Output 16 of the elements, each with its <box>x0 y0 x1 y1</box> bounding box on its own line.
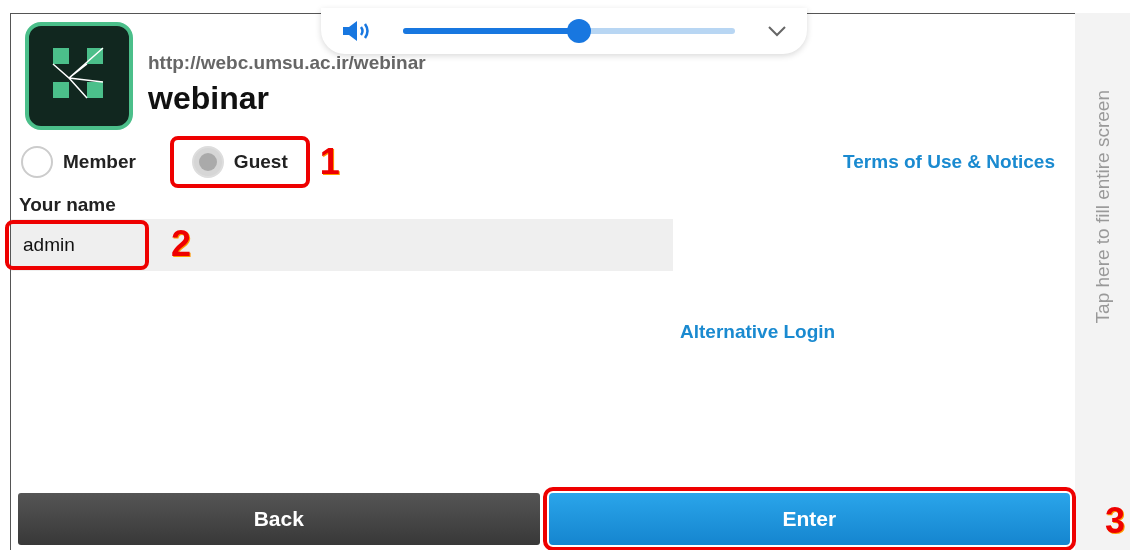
app-logo-icon <box>25 22 133 130</box>
radio-option[interactable]: Member <box>19 138 158 186</box>
speaker-icon[interactable] <box>341 19 371 43</box>
annotation-number: 3 <box>1104 500 1125 542</box>
annotation-number: 2 <box>171 223 192 265</box>
annotation-number: 1 <box>319 141 340 183</box>
fullscreen-hint: Tap here to fill entire screen <box>1091 89 1114 324</box>
back-button[interactable]: Back <box>18 493 540 545</box>
radio-option[interactable]: Guest <box>169 136 310 188</box>
field-label: Your name <box>19 194 117 216</box>
chevron-down-icon[interactable] <box>767 25 787 37</box>
slider-thumb[interactable] <box>566 19 591 43</box>
terms-link[interactable]: Terms of Use & Notices <box>843 151 1055 173</box>
meeting-title: webinar <box>148 80 270 117</box>
meeting-url: http://webc.umsu.ac.ir/webinar <box>148 52 426 74</box>
alternative-login-link[interactable]: Alternative Login <box>680 321 836 343</box>
